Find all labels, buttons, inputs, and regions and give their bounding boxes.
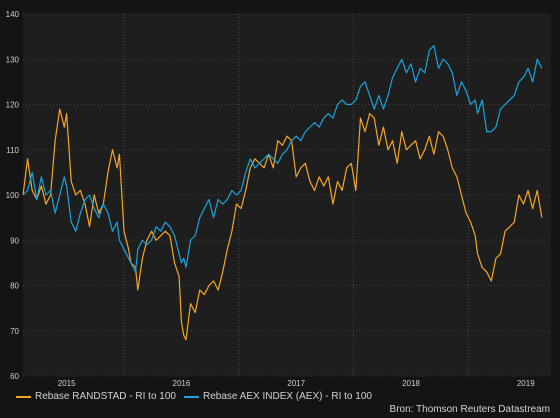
- x-axis-ticks: 2015 2016 2017 2018 2019: [58, 379, 535, 388]
- y-tick-label: 90: [10, 236, 19, 245]
- y-tick-label: 80: [10, 282, 19, 291]
- legend-swatch-randstad: [16, 395, 31, 398]
- y-tick-label: 100: [6, 191, 20, 200]
- legend-item-aex: Rebase AEX INDEX (AEX) - RI to 100: [183, 391, 372, 402]
- chart-figure: 60 70 80 90 100 110 120 130 140 2015 2016 2017 2018…: [0, 0, 560, 418]
- legend-label-randstad: Rebase RANDSTAD - RI to 100: [35, 391, 176, 402]
- y-tick-label: 120: [6, 101, 20, 110]
- legend-swatch-aex: [183, 395, 199, 398]
- line-chart: 60 70 80 90 100 110 120 130 140 2015 2016 2017 2018…: [6, 10, 551, 388]
- y-tick-label: 60: [10, 372, 19, 381]
- legend: Rebase RANDSTAD - RI to 100 Rebase AEX I…: [16, 391, 380, 402]
- y-axis-ticks: 60 70 80 90 100 110 120 130 140: [6, 10, 20, 381]
- x-tick-label: 2018: [402, 379, 420, 388]
- y-tick-label: 110: [6, 146, 19, 155]
- x-tick-label: 2016: [173, 379, 191, 388]
- y-tick-label: 70: [10, 327, 19, 336]
- legend-label-aex: Rebase AEX INDEX (AEX) - RI to 100: [202, 391, 372, 402]
- x-tick-label: 2017: [287, 379, 305, 388]
- x-tick-label: 2019: [517, 379, 535, 388]
- source-note: Bron: Thomson Reuters Datastream: [389, 404, 550, 415]
- y-tick-label: 130: [6, 55, 20, 64]
- legend-item-randstad: Rebase RANDSTAD - RI to 100: [16, 391, 176, 402]
- x-tick-label: 2015: [58, 379, 76, 388]
- y-tick-label: 140: [6, 10, 20, 19]
